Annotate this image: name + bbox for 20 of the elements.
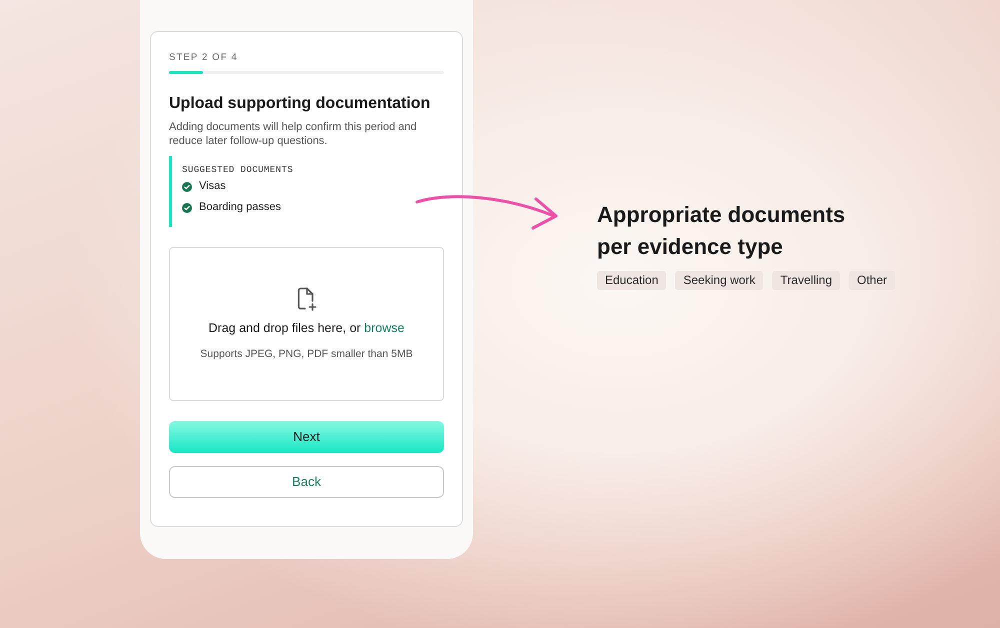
dropzone-text: Drag and drop files here, or browse <box>208 320 404 336</box>
file-dropzone[interactable]: Drag and drop files here, or browse Supports JPEG, PNG, PDF smaller than 5MB <box>169 247 444 401</box>
evidence-tag: Travelling <box>772 271 840 290</box>
check-circle-icon <box>182 202 192 212</box>
evidence-tag: Education <box>597 271 666 290</box>
description-text: Adding documents will help confirm this period and reduce later follow-up questions. <box>169 120 418 148</box>
suggested-item: Boarding passes <box>199 200 281 215</box>
evidence-tag: Other <box>849 271 896 290</box>
page-heading: Upload supporting documentation <box>169 94 432 114</box>
back-button[interactable]: Back <box>169 466 444 498</box>
suggested-title: SUGGESTED DOCUMENTS <box>182 164 294 176</box>
next-button[interactable]: Next <box>169 421 444 453</box>
dropzone-hint: Supports JPEG, PNG, PDF smaller than 5MB <box>200 347 413 361</box>
browse-link[interactable]: browse <box>364 321 404 335</box>
evidence-tag: Seeking work <box>675 271 764 290</box>
suggested-item: Visas <box>199 179 226 194</box>
step-label: STEP 2 OF 4 <box>169 52 239 64</box>
file-plus-icon <box>296 287 316 311</box>
callout-heading: Appropriate documents per evidence type <box>597 201 846 261</box>
check-circle-icon <box>182 182 192 192</box>
